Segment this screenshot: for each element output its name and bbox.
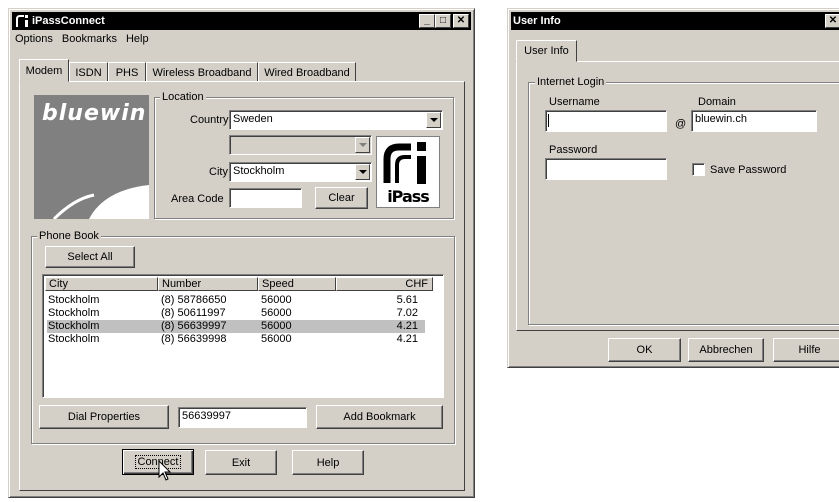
table-row[interactable]: Stockholm (8) 56639997 56000 4.21 xyxy=(47,320,425,333)
table-row[interactable]: Stockholm (8) 58786650 56000 5.61 xyxy=(47,294,425,307)
save-password-checkbox[interactable] xyxy=(692,163,705,176)
maximize-button[interactable]: □ xyxy=(435,14,451,28)
ipass-logo-text: iPass xyxy=(387,187,430,206)
mouse-cursor-icon xyxy=(158,460,172,481)
cancel-button[interactable]: Abbrechen xyxy=(688,338,764,362)
city-value: Stockholm xyxy=(233,165,285,177)
clear-button[interactable]: Clear xyxy=(315,187,368,209)
column-header-number[interactable]: Number xyxy=(158,277,258,291)
add-bookmark-button[interactable]: Add Bookmark xyxy=(316,405,443,429)
menu-help[interactable]: Help xyxy=(126,33,149,49)
cell-number: (8) 58786650 xyxy=(161,294,227,306)
cell-speed: 56000 xyxy=(261,333,292,345)
chevron-down-icon[interactable] xyxy=(355,164,370,180)
ok-button[interactable]: OK xyxy=(608,338,681,362)
ipassconnect-window: iPassConnect _ □ ✕ Options Bookmarks Hel… xyxy=(8,8,475,498)
country-dropdown[interactable]: Sweden xyxy=(229,110,443,130)
bluewin-logo: bluewin xyxy=(34,95,149,219)
minimize-button[interactable]: _ xyxy=(419,14,435,28)
user-info-window: User Info ✕ User Info Internet Login Use… xyxy=(507,8,839,368)
cell-chf: 4.21 xyxy=(396,333,418,345)
chevron-down-icon xyxy=(355,137,370,153)
window-title: iPassConnect xyxy=(32,15,105,27)
cell-speed: 56000 xyxy=(261,294,292,306)
tab-wireless-broadband[interactable]: Wireless Broadband xyxy=(146,62,258,82)
text-cursor xyxy=(548,114,549,127)
cell-city: Stockholm xyxy=(48,333,100,345)
close-icon: ✕ xyxy=(456,15,466,26)
tab-phs[interactable]: PHS xyxy=(108,62,146,82)
maximize-icon: □ xyxy=(439,15,447,26)
cell-city: Stockholm xyxy=(48,294,100,306)
help-button[interactable]: Hilfe xyxy=(773,338,839,362)
column-header-chf[interactable]: CHF xyxy=(336,277,433,291)
tab-user-info[interactable]: User Info xyxy=(516,40,577,62)
menu-bookmarks[interactable]: Bookmarks xyxy=(62,33,117,49)
username-input[interactable] xyxy=(545,110,667,132)
menu-bar: Options Bookmarks Help xyxy=(15,33,149,49)
city-label: City xyxy=(209,166,228,178)
domain-label: Domain xyxy=(698,96,736,108)
ipassconnect-titlebar[interactable]: iPassConnect _ □ ✕ xyxy=(12,12,471,30)
cell-city: Stockholm xyxy=(48,320,100,332)
country-label: Country xyxy=(190,114,229,126)
table-row[interactable]: Stockholm (8) 56639998 56000 4.21 xyxy=(47,333,425,346)
save-password-label[interactable]: Save Password xyxy=(710,164,786,176)
cell-chf: 5.61 xyxy=(396,294,418,306)
password-input[interactable] xyxy=(545,158,667,180)
ipass-logo: iPass xyxy=(376,136,440,208)
password-label: Password xyxy=(549,144,598,156)
cell-speed: 56000 xyxy=(261,320,292,332)
close-button[interactable]: ✕ xyxy=(453,14,469,28)
dial-properties-button[interactable]: Dial Properties xyxy=(39,405,169,429)
area-code-input[interactable] xyxy=(229,188,302,208)
exit-button[interactable]: Exit xyxy=(205,450,277,475)
area-code-label: Area Code xyxy=(171,193,224,205)
country-value: Sweden xyxy=(233,113,273,125)
ipass-app-icon xyxy=(16,15,28,27)
chevron-down-icon[interactable] xyxy=(426,112,441,128)
city-dropdown[interactable]: Stockholm xyxy=(229,162,372,182)
tab-isdn[interactable]: ISDN xyxy=(69,62,108,82)
minimize-icon: _ xyxy=(424,15,430,26)
username-label: Username xyxy=(549,96,600,108)
menu-options[interactable]: Options xyxy=(15,33,53,49)
column-header-speed[interactable]: Speed xyxy=(258,277,336,291)
cell-city: Stockholm xyxy=(48,307,100,319)
ipass-logo-mark xyxy=(383,142,426,184)
tab-modem[interactable]: Modem xyxy=(19,59,69,82)
window-title: User Info xyxy=(513,15,561,27)
list-header: City Number Speed CHF xyxy=(45,277,441,291)
cell-speed: 56000 xyxy=(261,307,292,319)
phone-book-group-label: Phone Book xyxy=(37,230,101,242)
cell-chf: 4.21 xyxy=(396,320,418,332)
cell-number: (8) 56639997 xyxy=(161,320,227,332)
help-button[interactable]: Help xyxy=(292,450,364,475)
tab-wired-broadband[interactable]: Wired Broadband xyxy=(258,62,356,82)
domain-input[interactable]: bluewin.ch xyxy=(691,110,817,132)
internet-login-group-label: Internet Login xyxy=(535,76,607,88)
cell-chf: 7.02 xyxy=(396,307,418,319)
column-header-city[interactable]: City xyxy=(45,277,158,291)
close-button[interactable]: ✕ xyxy=(825,14,839,28)
user-info-titlebar[interactable]: User Info ✕ xyxy=(511,12,839,30)
dial-number-input[interactable]: 56639997 xyxy=(178,407,307,428)
cell-number: (8) 56639998 xyxy=(161,333,227,345)
bluewin-swoosh xyxy=(52,185,149,219)
location-group-label: Location xyxy=(160,91,206,103)
table-row[interactable]: Stockholm (8) 50611997 56000 7.02 xyxy=(47,307,425,320)
cell-number: (8) 50611997 xyxy=(161,307,226,319)
region-dropdown xyxy=(229,135,372,155)
at-sign: @ xyxy=(675,118,687,130)
phone-book-list[interactable]: City Number Speed CHF Stockholm (8) 58786… xyxy=(42,274,444,398)
close-icon: ✕ xyxy=(828,15,838,26)
select-all-button[interactable]: Select All xyxy=(45,246,135,268)
